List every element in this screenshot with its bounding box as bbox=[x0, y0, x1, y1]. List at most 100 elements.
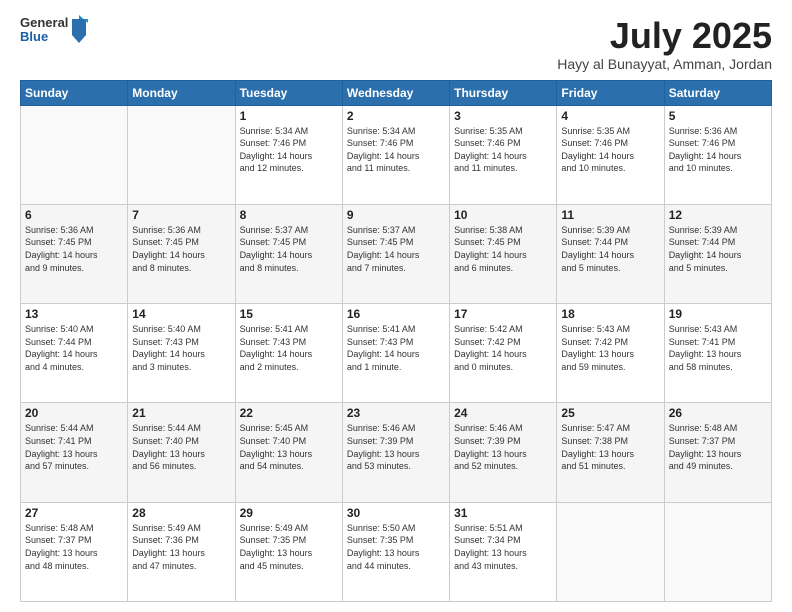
calendar-cell: 5 Sunrise: 5:36 AM Sunset: 7:46 PM Daylig… bbox=[664, 105, 771, 204]
day-number: 9 bbox=[347, 208, 445, 222]
calendar-week-row: 1 Sunrise: 5:34 AM Sunset: 7:46 PM Daylig… bbox=[21, 105, 772, 204]
calendar-cell: 4 Sunrise: 5:35 AM Sunset: 7:46 PM Daylig… bbox=[557, 105, 664, 204]
logo: General Blue bbox=[20, 16, 88, 45]
col-wednesday: Wednesday bbox=[342, 80, 449, 105]
calendar-cell: 10 Sunrise: 5:38 AM Sunset: 7:45 PM Dayli… bbox=[450, 204, 557, 303]
day-number: 7 bbox=[132, 208, 230, 222]
day-info: Sunrise: 5:46 AM Sunset: 7:39 PM Dayligh… bbox=[347, 422, 445, 472]
calendar-cell bbox=[128, 105, 235, 204]
col-thursday: Thursday bbox=[450, 80, 557, 105]
calendar-cell: 24 Sunrise: 5:46 AM Sunset: 7:39 PM Dayli… bbox=[450, 403, 557, 502]
day-number: 21 bbox=[132, 406, 230, 420]
day-info: Sunrise: 5:43 AM Sunset: 7:41 PM Dayligh… bbox=[669, 323, 767, 373]
day-info: Sunrise: 5:39 AM Sunset: 7:44 PM Dayligh… bbox=[669, 224, 767, 274]
day-number: 8 bbox=[240, 208, 338, 222]
calendar-cell bbox=[21, 105, 128, 204]
calendar-week-row: 27 Sunrise: 5:48 AM Sunset: 7:37 PM Dayli… bbox=[21, 502, 772, 601]
calendar-cell: 27 Sunrise: 5:48 AM Sunset: 7:37 PM Dayli… bbox=[21, 502, 128, 601]
calendar-cell: 20Sunrise: 5:44 AM Sunset: 7:41 PM Dayli… bbox=[21, 403, 128, 502]
calendar-cell: 9 Sunrise: 5:37 AM Sunset: 7:45 PM Daylig… bbox=[342, 204, 449, 303]
day-number: 5 bbox=[669, 109, 767, 123]
day-info: Sunrise: 5:38 AM Sunset: 7:45 PM Dayligh… bbox=[454, 224, 552, 274]
calendar-cell: 12 Sunrise: 5:39 AM Sunset: 7:44 PM Dayli… bbox=[664, 204, 771, 303]
day-number: 23 bbox=[347, 406, 445, 420]
calendar-cell: 13Sunrise: 5:40 AM Sunset: 7:44 PM Dayli… bbox=[21, 304, 128, 403]
day-number: 14 bbox=[132, 307, 230, 321]
day-info: Sunrise: 5:36 AM Sunset: 7:46 PM Dayligh… bbox=[669, 125, 767, 175]
day-number: 26 bbox=[669, 406, 767, 420]
day-number: 15 bbox=[240, 307, 338, 321]
calendar-cell: 19 Sunrise: 5:43 AM Sunset: 7:41 PM Dayli… bbox=[664, 304, 771, 403]
day-info: Sunrise: 5:44 AM Sunset: 7:40 PM Dayligh… bbox=[132, 422, 230, 472]
logo-text: General Blue bbox=[20, 16, 68, 45]
calendar-table: Sunday Monday Tuesday Wednesday Thursday… bbox=[20, 80, 772, 602]
calendar-cell bbox=[557, 502, 664, 601]
day-number: 13 bbox=[25, 307, 123, 321]
day-info: Sunrise: 5:35 AM Sunset: 7:46 PM Dayligh… bbox=[561, 125, 659, 175]
day-number: 3 bbox=[454, 109, 552, 123]
day-number: 31 bbox=[454, 506, 552, 520]
day-number: 11 bbox=[561, 208, 659, 222]
calendar-cell: 29Sunrise: 5:49 AM Sunset: 7:35 PM Dayli… bbox=[235, 502, 342, 601]
calendar-cell: 17 Sunrise: 5:42 AM Sunset: 7:42 PM Dayli… bbox=[450, 304, 557, 403]
day-number: 18 bbox=[561, 307, 659, 321]
day-info: Sunrise: 5:46 AM Sunset: 7:39 PM Dayligh… bbox=[454, 422, 552, 472]
day-info: Sunrise: 5:37 AM Sunset: 7:45 PM Dayligh… bbox=[347, 224, 445, 274]
day-info: Sunrise: 5:41 AM Sunset: 7:43 PM Dayligh… bbox=[347, 323, 445, 373]
day-number: 24 bbox=[454, 406, 552, 420]
calendar-cell: 11 Sunrise: 5:39 AM Sunset: 7:44 PM Dayli… bbox=[557, 204, 664, 303]
day-info: Sunrise: 5:39 AM Sunset: 7:44 PM Dayligh… bbox=[561, 224, 659, 274]
title-block: July 2025 Hayy al Bunayyat, Amman, Jorda… bbox=[557, 16, 772, 72]
day-number: 4 bbox=[561, 109, 659, 123]
day-info: Sunrise: 5:42 AM Sunset: 7:42 PM Dayligh… bbox=[454, 323, 552, 373]
calendar-cell: 2 Sunrise: 5:34 AM Sunset: 7:46 PM Daylig… bbox=[342, 105, 449, 204]
col-friday: Friday bbox=[557, 80, 664, 105]
day-number: 10 bbox=[454, 208, 552, 222]
calendar-cell: 26Sunrise: 5:48 AM Sunset: 7:37 PM Dayli… bbox=[664, 403, 771, 502]
day-info: Sunrise: 5:34 AM Sunset: 7:46 PM Dayligh… bbox=[347, 125, 445, 175]
col-sunday: Sunday bbox=[21, 80, 128, 105]
day-number: 12 bbox=[669, 208, 767, 222]
day-number: 2 bbox=[347, 109, 445, 123]
day-info: Sunrise: 5:47 AM Sunset: 7:38 PM Dayligh… bbox=[561, 422, 659, 472]
day-number: 19 bbox=[669, 307, 767, 321]
logo-icon bbox=[70, 15, 88, 43]
header: General Blue July 2025 Hayy al Bunayyat,… bbox=[20, 16, 772, 72]
logo-blue: Blue bbox=[20, 30, 68, 44]
calendar-cell: 25Sunrise: 5:47 AM Sunset: 7:38 PM Dayli… bbox=[557, 403, 664, 502]
day-number: 17 bbox=[454, 307, 552, 321]
day-info: Sunrise: 5:45 AM Sunset: 7:40 PM Dayligh… bbox=[240, 422, 338, 472]
calendar-cell: 1 Sunrise: 5:34 AM Sunset: 7:46 PM Daylig… bbox=[235, 105, 342, 204]
calendar-cell: 15Sunrise: 5:41 AM Sunset: 7:43 PM Dayli… bbox=[235, 304, 342, 403]
day-number: 28 bbox=[132, 506, 230, 520]
day-info: Sunrise: 5:36 AM Sunset: 7:45 PM Dayligh… bbox=[25, 224, 123, 274]
calendar-cell: 3 Sunrise: 5:35 AM Sunset: 7:46 PM Daylig… bbox=[450, 105, 557, 204]
day-number: 27 bbox=[25, 506, 123, 520]
logo-general: General bbox=[20, 16, 68, 30]
day-number: 29 bbox=[240, 506, 338, 520]
calendar-cell: 30Sunrise: 5:50 AM Sunset: 7:35 PM Dayli… bbox=[342, 502, 449, 601]
calendar-cell: 28Sunrise: 5:49 AM Sunset: 7:36 PM Dayli… bbox=[128, 502, 235, 601]
calendar-cell: 21 Sunrise: 5:44 AM Sunset: 7:40 PM Dayli… bbox=[128, 403, 235, 502]
day-number: 30 bbox=[347, 506, 445, 520]
calendar-week-row: 6Sunrise: 5:36 AM Sunset: 7:45 PM Daylig… bbox=[21, 204, 772, 303]
day-info: Sunrise: 5:34 AM Sunset: 7:46 PM Dayligh… bbox=[240, 125, 338, 175]
day-info: Sunrise: 5:44 AM Sunset: 7:41 PM Dayligh… bbox=[25, 422, 123, 472]
calendar-week-row: 13Sunrise: 5:40 AM Sunset: 7:44 PM Dayli… bbox=[21, 304, 772, 403]
calendar-cell: 16 Sunrise: 5:41 AM Sunset: 7:43 PM Dayli… bbox=[342, 304, 449, 403]
calendar-week-row: 20Sunrise: 5:44 AM Sunset: 7:41 PM Dayli… bbox=[21, 403, 772, 502]
day-info: Sunrise: 5:51 AM Sunset: 7:34 PM Dayligh… bbox=[454, 522, 552, 572]
title-location: Hayy al Bunayyat, Amman, Jordan bbox=[557, 56, 772, 72]
calendar-cell: 8Sunrise: 5:37 AM Sunset: 7:45 PM Daylig… bbox=[235, 204, 342, 303]
day-info: Sunrise: 5:40 AM Sunset: 7:43 PM Dayligh… bbox=[132, 323, 230, 373]
calendar-cell: 22Sunrise: 5:45 AM Sunset: 7:40 PM Dayli… bbox=[235, 403, 342, 502]
day-info: Sunrise: 5:48 AM Sunset: 7:37 PM Dayligh… bbox=[25, 522, 123, 572]
calendar-cell bbox=[664, 502, 771, 601]
day-info: Sunrise: 5:36 AM Sunset: 7:45 PM Dayligh… bbox=[132, 224, 230, 274]
calendar-cell: 18Sunrise: 5:43 AM Sunset: 7:42 PM Dayli… bbox=[557, 304, 664, 403]
calendar-cell: 14 Sunrise: 5:40 AM Sunset: 7:43 PM Dayli… bbox=[128, 304, 235, 403]
day-info: Sunrise: 5:35 AM Sunset: 7:46 PM Dayligh… bbox=[454, 125, 552, 175]
day-number: 16 bbox=[347, 307, 445, 321]
calendar-cell: 23 Sunrise: 5:46 AM Sunset: 7:39 PM Dayli… bbox=[342, 403, 449, 502]
day-number: 1 bbox=[240, 109, 338, 123]
